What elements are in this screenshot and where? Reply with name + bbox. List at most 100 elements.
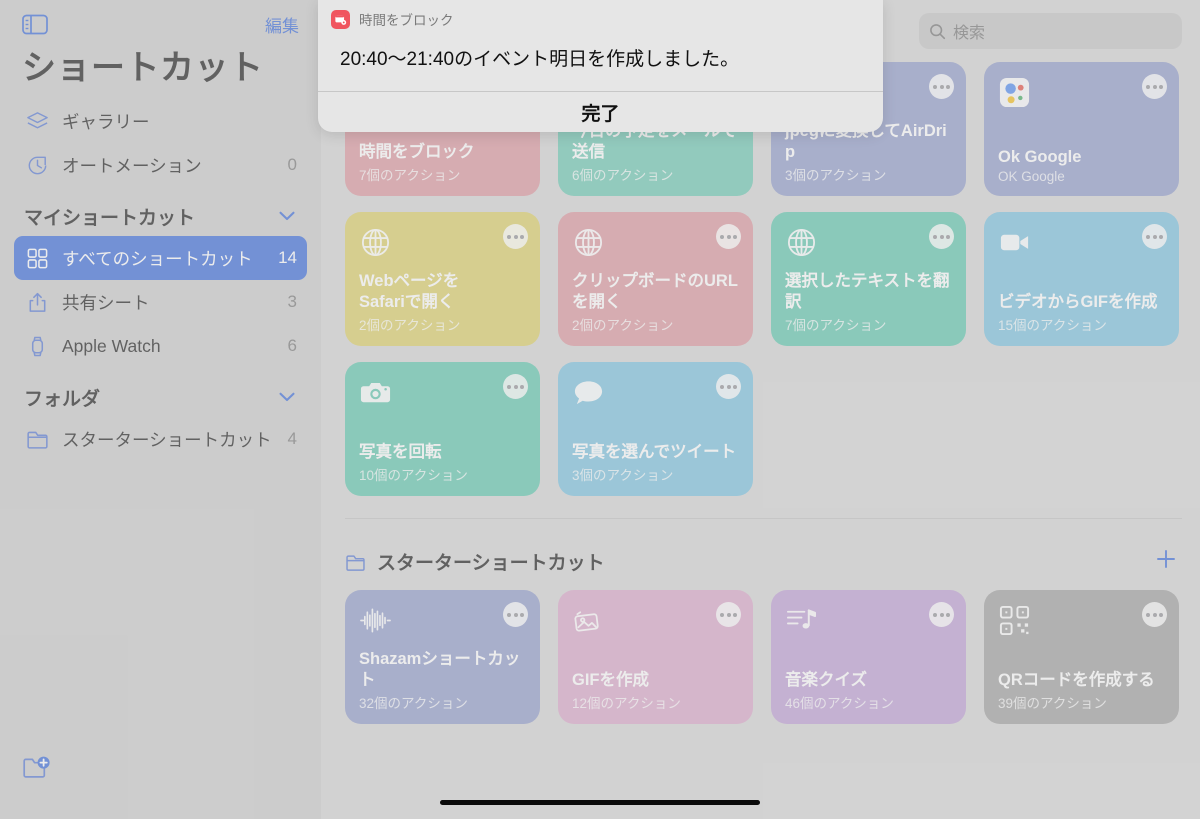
card-text: GIFを作成 12個のアクション: [572, 670, 739, 712]
card-subtitle: 32個のアクション: [359, 696, 468, 711]
card-title: 選択したテキストを翻訳: [785, 272, 950, 311]
sidebar-item-count: 6: [287, 336, 297, 355]
sidebar-item-automation[interactable]: オートメーション 0: [14, 143, 307, 187]
video-icon: [998, 226, 1032, 260]
plus-icon[interactable]: [1150, 547, 1182, 576]
photos-icon: [572, 604, 606, 638]
alert-app-name: 時間をブロック: [359, 13, 454, 28]
globe-icon: [785, 226, 819, 260]
share-icon: [24, 289, 50, 315]
sidebar-item-label: Apple Watch: [62, 335, 161, 356]
sidebar: 編集 ショートカット ギャラリー オートメーション 0 マイショートカット すべ…: [0, 0, 321, 819]
sidebar-item-label: ギャラリー: [62, 111, 150, 132]
shortcut-card[interactable]: Webページを Safariで開く 2個のアクション: [345, 212, 540, 346]
card-text: 選択したテキストを翻訳 7個のアクション: [785, 271, 952, 334]
shortcut-result-alert: 時間をブロック 20:40〜21:40のイベント明日を作成しました。 完了: [318, 0, 883, 132]
sidebar-group-folders[interactable]: フォルダ: [0, 368, 321, 417]
sidebar-item-all-shortcuts[interactable]: すべてのショートカット 14: [14, 236, 307, 280]
card-text: 写真を回転 10個のアクション: [359, 442, 526, 484]
sidebar-item-count: 0: [287, 155, 297, 174]
sidebar-item-apple-watch[interactable]: Apple Watch 6: [14, 324, 307, 368]
alert-done-button[interactable]: 完了: [318, 92, 883, 132]
shortcut-card[interactable]: 写真を回転 10個のアクション: [345, 362, 540, 496]
card-text: 時間をブロック 7個のアクション: [359, 142, 526, 184]
search-icon: [929, 23, 946, 40]
sidebar-item-count: 4: [287, 429, 297, 448]
sidebar-item-gallery[interactable]: ギャラリー: [14, 99, 307, 143]
shortcut-card[interactable]: 音楽クイズ 46個のアクション: [771, 590, 966, 724]
block-time-app-icon: [331, 9, 350, 29]
chevron-down-icon[interactable]: [279, 389, 295, 406]
shortcut-card[interactable]: QRコードを作成する 39個のアクション: [984, 590, 1179, 724]
new-folder-icon[interactable]: [22, 755, 52, 781]
card-more-button[interactable]: [716, 224, 741, 249]
card-subtitle: 15個のアクション: [998, 318, 1107, 333]
card-text: Shazamショートカット 32個のアクション: [359, 649, 526, 712]
shortcut-card[interactable]: Shazamショートカット 32個のアクション: [345, 590, 540, 724]
card-text: QRコードを作成する 39個のアクション: [998, 670, 1165, 712]
card-title: クリップボードのURLを開く: [572, 272, 738, 311]
card-title: 時間をブロック: [359, 142, 475, 161]
search-input[interactable]: 検索: [919, 13, 1182, 49]
card-more-button[interactable]: [929, 602, 954, 627]
card-subtitle: 3個のアクション: [785, 168, 887, 183]
shortcuts-app-window: 編集 ショートカット ギャラリー オートメーション 0 マイショートカット すべ…: [0, 0, 1200, 819]
card-title: GIFを作成: [572, 670, 649, 689]
globe-icon: [359, 226, 393, 260]
sidebar-group-label: フォルダ: [24, 389, 101, 410]
card-text: Ok Google OK Google: [998, 147, 1165, 184]
card-text: ビデオからGIFを作成 15個のアクション: [998, 292, 1165, 334]
folder-section-header: スターターショートカット: [345, 547, 1182, 576]
sidebar-group-my-shortcuts[interactable]: マイショートカット: [0, 187, 321, 236]
shortcut-card[interactable]: クリップボードのURLを開く 2個のアクション: [558, 212, 753, 346]
sidebar-item-label: スターターショートカット: [62, 429, 272, 450]
music-list-icon: [785, 604, 819, 638]
shortcut-card[interactable]: Ok Google OK Google: [984, 62, 1179, 196]
chat-bubble-icon: [572, 376, 606, 410]
card-subtitle: 39個のアクション: [998, 696, 1107, 711]
card-more-button[interactable]: [929, 224, 954, 249]
shortcut-card[interactable]: 写真を選んでツイート 3個のアクション: [558, 362, 753, 496]
alert-header: 時間をブロック: [318, 0, 883, 34]
shortcut-card[interactable]: ビデオからGIFを作成 15個のアクション: [984, 212, 1179, 346]
card-subtitle: 7個のアクション: [785, 318, 887, 333]
waveform-icon: [359, 604, 393, 638]
card-text: 音楽クイズ 46個のアクション: [785, 670, 952, 712]
search-placeholder: 検索: [953, 25, 986, 42]
grid-icon: [24, 245, 50, 271]
chevron-down-icon[interactable]: [279, 208, 295, 225]
automation-clock-icon: [24, 152, 50, 178]
card-more-button[interactable]: [929, 74, 954, 99]
shortcut-card[interactable]: 選択したテキストを翻訳 7個のアクション: [771, 212, 966, 346]
sidebar-item-count: 14: [278, 248, 297, 267]
card-text: クリップボードのURLを開く 2個のアクション: [572, 271, 739, 334]
alert-message: 20:40〜21:40のイベント明日を作成しました。: [318, 34, 883, 92]
card-more-button[interactable]: [1142, 74, 1167, 99]
card-more-button[interactable]: [503, 602, 528, 627]
watch-icon: [24, 333, 50, 359]
sidebar-edit-button[interactable]: 編集: [265, 12, 299, 37]
shortcut-card[interactable]: GIFを作成 12個のアクション: [558, 590, 753, 724]
sidebar-item-share-sheet[interactable]: 共有シート 3: [14, 280, 307, 324]
sidebar-toggle-icon[interactable]: [22, 14, 48, 35]
card-title: 写真を回転: [359, 442, 442, 461]
sidebar-item-starter-shortcuts[interactable]: スターターショートカット 4: [14, 417, 307, 461]
card-title: Webページを Safariで開く: [359, 272, 460, 311]
card-more-button[interactable]: [503, 374, 528, 399]
folder-shortcuts-grid: Shazamショートカット 32個のアクション GIFを作成 12個のアクション…: [321, 590, 1200, 724]
card-more-button[interactable]: [716, 602, 741, 627]
card-subtitle: 46個のアクション: [785, 696, 894, 711]
sidebar-item-label: オートメーション: [62, 155, 202, 176]
camera-icon: [359, 376, 393, 410]
home-indicator[interactable]: [440, 800, 760, 805]
card-subtitle: OK Google: [998, 169, 1065, 184]
card-subtitle: 12個のアクション: [572, 696, 681, 711]
card-subtitle: 3個のアクション: [572, 468, 674, 483]
card-subtitle: 6個のアクション: [572, 168, 674, 183]
card-more-button[interactable]: [716, 374, 741, 399]
card-more-button[interactable]: [1142, 602, 1167, 627]
card-more-button[interactable]: [503, 224, 528, 249]
google-assistant-icon: [998, 76, 1032, 110]
card-more-button[interactable]: [1142, 224, 1167, 249]
page-title: ショートカット: [22, 49, 264, 87]
